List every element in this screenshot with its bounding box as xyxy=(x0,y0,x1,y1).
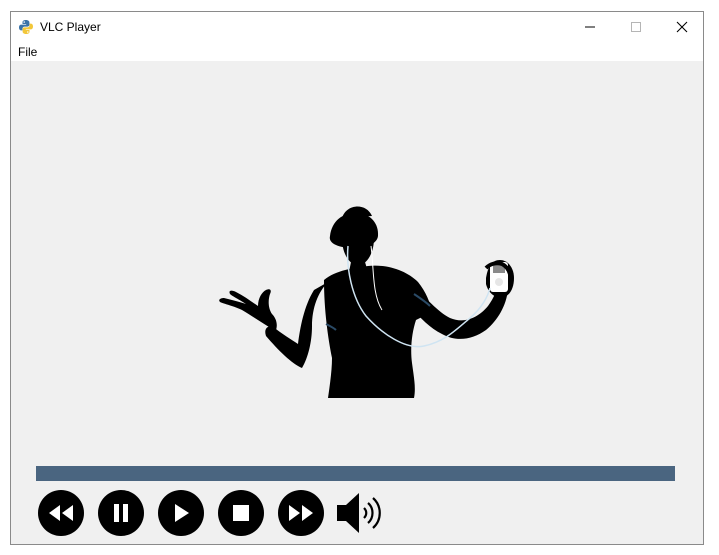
volume-button[interactable] xyxy=(335,490,391,536)
window-title: VLC Player xyxy=(40,20,101,34)
progress-fill xyxy=(36,466,675,481)
menu-bar: File xyxy=(11,42,703,61)
stop-button[interactable] xyxy=(218,490,264,536)
progress-bar[interactable] xyxy=(36,466,675,481)
pause-icon xyxy=(114,504,128,522)
minimize-button[interactable] xyxy=(567,12,613,42)
maximize-button[interactable] xyxy=(613,12,659,42)
dancing-silhouette-image xyxy=(219,206,514,398)
play-icon xyxy=(175,504,189,522)
maximize-icon xyxy=(631,22,641,32)
title-bar[interactable]: VLC Player xyxy=(11,12,703,42)
rewind-icon xyxy=(49,505,73,521)
play-button[interactable] xyxy=(158,490,204,536)
app-window: VLC Player File xyxy=(10,11,704,545)
volume-icon xyxy=(337,493,381,533)
fast-forward-icon xyxy=(289,505,313,521)
stop-icon xyxy=(233,505,249,521)
minimize-icon xyxy=(585,26,595,28)
pause-button[interactable] xyxy=(98,490,144,536)
menu-file[interactable]: File xyxy=(18,45,37,59)
fast-forward-button[interactable] xyxy=(278,490,324,536)
video-display[interactable] xyxy=(11,61,703,461)
close-icon xyxy=(676,21,688,33)
close-button[interactable] xyxy=(659,12,705,42)
python-icon xyxy=(19,20,33,34)
rewind-button[interactable] xyxy=(38,490,84,536)
